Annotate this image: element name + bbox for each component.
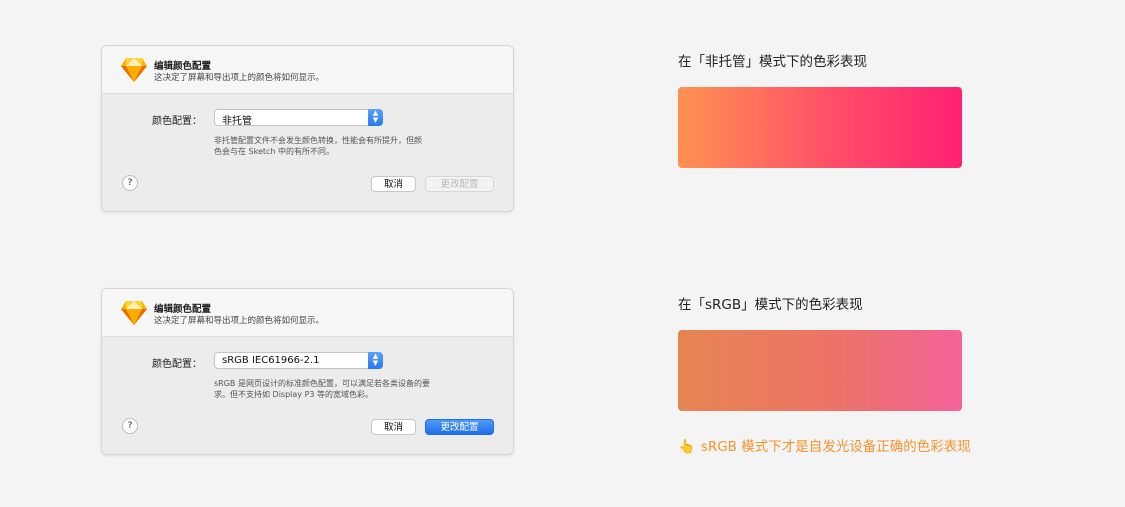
srgb-note: 👆 sRGB 模式下才是自发光设备正确的色彩表现 [678,435,971,455]
dialog-header: 编辑颜色配置 这决定了屏幕和导出项上的颜色将如何显示。 [102,46,513,94]
change-profile-button[interactable]: 更改配置 [425,419,494,435]
description-line: 色会与在 Sketch 中的有所不同。 [214,147,335,156]
dialog-header: 编辑颜色配置 这决定了屏幕和导出项上的颜色将如何显示。 [102,289,513,337]
color-profile-select[interactable]: 非托管 ▲ ▼ [214,109,383,127]
note-text: sRGB 模式下才是自发光设备正确的色彩表现 [700,439,971,455]
color-profile-dialog-unmanaged: 编辑颜色配置 这决定了屏幕和导出项上的颜色将如何显示。 颜色配置： 非托管 ▲ ▼… [101,45,514,212]
color-profile-dialog-srgb: 编辑颜色配置 这决定了屏幕和导出项上的颜色将如何显示。 颜色配置： sRGB I… [101,288,514,455]
select-arrows-icon: ▲ ▼ [368,352,383,369]
help-button[interactable]: ? [122,175,138,191]
sketch-logo-icon [121,58,147,82]
srgb-caption: 在「sRGB」模式下的色彩表现 [678,297,863,313]
srgb-color-swatch [678,330,962,411]
color-profile-select[interactable]: sRGB IEC61966-2.1 ▲ ▼ [214,352,383,369]
dialog-title: 编辑颜色配置 [154,61,212,72]
dialog-title: 编辑颜色配置 [154,304,212,315]
change-profile-button[interactable]: 更改配置 [425,176,494,192]
color-profile-label: 颜色配置： [152,116,202,127]
sketch-logo-icon [121,301,147,325]
color-profile-label: 颜色配置： [152,359,202,370]
pointing-hand-icon: 👆 [678,439,695,455]
description-line: sRGB 是网页设计的标准颜色配置，可以满足若各类设备的要 [214,379,430,388]
dialog-subtitle: 这决定了屏幕和导出项上的颜色将如何显示。 [154,316,325,326]
description-line: 非托管配置文件不会发生颜色转换，性能会有所提升，但颜 [214,136,422,145]
color-profile-value: 非托管 [222,116,252,127]
unmanaged-color-swatch [678,87,962,168]
profile-description: 非托管配置文件不会发生颜色转换，性能会有所提升，但颜 色会与在 Sketch 中… [214,135,469,157]
description-line: 求。但不支持如 Display P3 等的宽域色彩。 [214,390,374,399]
select-arrows-icon: ▲ ▼ [368,109,383,126]
cancel-button[interactable]: 取消 [371,419,416,435]
help-button[interactable]: ? [122,418,138,434]
unmanaged-caption: 在「非托管」模式下的色彩表现 [678,54,867,70]
cancel-button[interactable]: 取消 [371,176,416,192]
profile-description: sRGB 是网页设计的标准颜色配置，可以满足若各类设备的要 求。但不支持如 Di… [214,378,469,400]
color-profile-value: sRGB IEC61966-2.1 [222,355,320,366]
dialog-subtitle: 这决定了屏幕和导出项上的颜色将如何显示。 [154,73,325,83]
